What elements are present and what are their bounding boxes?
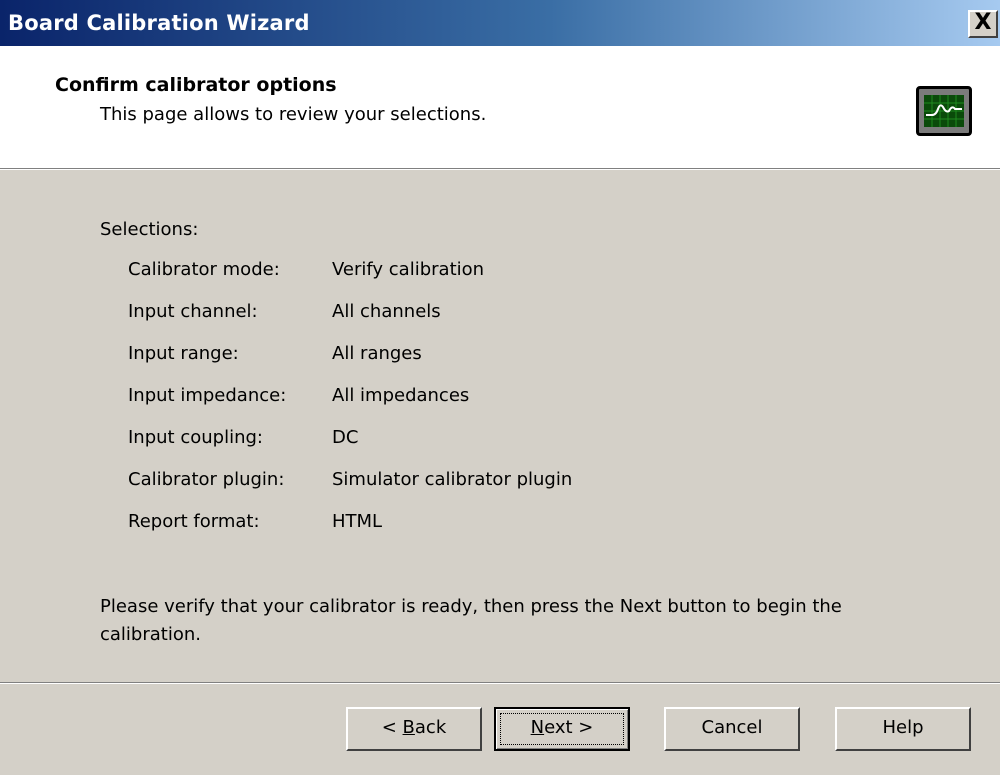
selection-name: Input coupling: xyxy=(128,427,263,448)
selection-name: Input channel: xyxy=(128,301,258,322)
window-title: Board Calibration Wizard xyxy=(8,11,310,35)
selection-name: Report format: xyxy=(128,511,260,532)
wizard-header: Confirm calibrator options This page all… xyxy=(0,46,1000,168)
close-button[interactable]: X xyxy=(968,10,998,38)
selection-name: Calibrator mode: xyxy=(128,259,280,280)
help-button-label: Help xyxy=(882,717,924,738)
selection-value: All channels xyxy=(332,301,441,322)
close-icon: X xyxy=(974,10,992,35)
oscilloscope-screen xyxy=(924,95,964,127)
selection-name: Input range: xyxy=(128,343,239,364)
selection-value: Verify calibration xyxy=(332,259,485,280)
wizard-dialog: Board Calibration Wizard X Confirm calib… xyxy=(0,0,1000,775)
selections-label: Selections: xyxy=(100,219,199,240)
selection-name: Input impedance: xyxy=(128,385,287,406)
oscilloscope-icon xyxy=(916,86,972,136)
page-subtitle: This page allows to review your selectio… xyxy=(100,104,487,125)
selection-value: HTML xyxy=(332,511,383,532)
back-button-suffix: ack xyxy=(414,717,447,738)
selection-value: Simulator calibrator plugin xyxy=(332,469,573,490)
back-button-prefix: < xyxy=(381,717,403,738)
back-button-accelerator: B xyxy=(402,717,415,738)
selection-value: All ranges xyxy=(332,343,422,364)
title-bar[interactable]: Board Calibration Wizard X xyxy=(0,0,1000,46)
next-button[interactable]: Next > xyxy=(494,707,630,751)
selection-value: All impedances xyxy=(332,385,470,406)
cancel-button-label: Cancel xyxy=(701,717,763,738)
header-divider xyxy=(0,168,1000,170)
help-button[interactable]: Help xyxy=(835,707,971,751)
page-title: Confirm calibrator options xyxy=(55,74,337,96)
instruction-text: Please verify that your calibrator is re… xyxy=(100,596,842,645)
cancel-button[interactable]: Cancel xyxy=(664,707,800,751)
selection-name: Calibrator plugin: xyxy=(128,469,285,490)
back-button[interactable]: < Back xyxy=(346,707,482,751)
footer-divider xyxy=(0,682,1000,684)
focus-rectangle xyxy=(500,713,624,745)
selection-value: DC xyxy=(332,427,359,448)
